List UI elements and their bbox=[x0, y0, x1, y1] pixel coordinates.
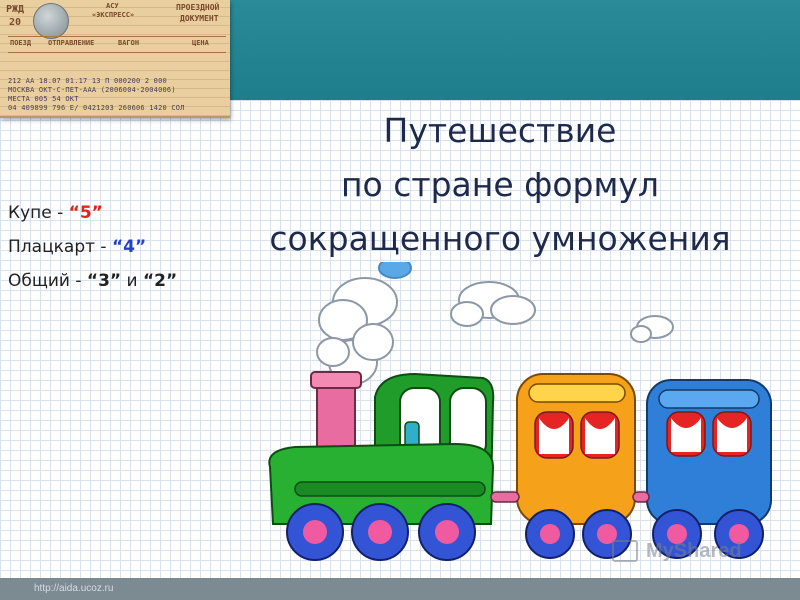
ticket-doc-title-2: ДОКУМЕНТ bbox=[180, 14, 219, 23]
ticket-col-train: ПОЕЗД bbox=[10, 39, 32, 47]
ticket-col-departure: ОТПРАВЛЕНИЕ bbox=[48, 39, 95, 47]
ticket-print-line: 212 АА 18.07 01.17 13 П 000200 2 000 bbox=[8, 77, 167, 85]
general-conjunction: и bbox=[121, 271, 143, 291]
ticket-col-car: ВАГОН bbox=[118, 39, 140, 47]
ticket-rule bbox=[8, 36, 226, 37]
ticket-type-platzkart: Плацкарт - “4” bbox=[8, 230, 177, 264]
ticket-type-general: Общий - “3” и “2” bbox=[8, 264, 177, 298]
locomotive bbox=[268, 371, 495, 525]
watermark-icon bbox=[612, 540, 638, 562]
ticket-rule bbox=[8, 52, 226, 53]
coupe-label: Купе - bbox=[8, 203, 69, 223]
slide-title: Путешествие по стране формул сокращенног… bbox=[230, 104, 770, 266]
steam-clouds bbox=[316, 262, 674, 385]
title-line-1: Путешествие bbox=[383, 111, 617, 150]
passenger-car-orange bbox=[516, 373, 636, 525]
title-line-2: по стране формул bbox=[340, 165, 660, 204]
platzkart-value: “4” bbox=[111, 237, 147, 257]
ticket-doc-title-1: ПРОЕЗДНОЙ bbox=[176, 3, 220, 12]
platzkart-label: Плацкарт - bbox=[8, 237, 112, 257]
general-label: Общий - bbox=[8, 271, 87, 291]
ticket-type-coupe: Купе - “5” bbox=[8, 196, 177, 230]
ticket-print-line: МЕСТА 005 54 ОКТ bbox=[8, 95, 79, 103]
ticket-emblem-icon bbox=[33, 3, 69, 39]
watermark-text: MyShared bbox=[646, 540, 742, 562]
ticket-number: 20 bbox=[9, 17, 22, 28]
ticket-print-line: МОСКВА ОКТ-С-ПЕТ-ААА (2006004-2004006) bbox=[8, 86, 176, 94]
general-value-2: “2” bbox=[142, 271, 178, 291]
train-ticket-image: РЖД 20 АСУ «ЭКСПРЕСС» ПРОЕЗДНОЙ ДОКУМЕНТ… bbox=[0, 0, 230, 118]
footer-url: http://aida.ucoz.ru bbox=[34, 583, 114, 594]
ticket-col-price: ЦЕНА bbox=[192, 39, 209, 47]
passenger-car-blue bbox=[646, 379, 772, 525]
ticket-types-list: Купе - “5” Плацкарт - “4” Общий - “3” и … bbox=[8, 196, 177, 298]
ticket-asu: АСУ bbox=[106, 2, 119, 10]
title-line-3: сокращенного умножения bbox=[269, 219, 731, 258]
train-illustration bbox=[268, 262, 772, 561]
ticket-print-line: 04 409899 796 Е/ 0421203 260606 1420 СОЛ bbox=[8, 104, 185, 112]
coupe-value: “5” bbox=[68, 203, 103, 223]
ticket-railway: РЖД bbox=[6, 4, 25, 15]
footer-bar: http://aida.ucoz.ru bbox=[0, 578, 800, 600]
general-value-1: “3” bbox=[86, 271, 122, 291]
ticket-express: «ЭКСПРЕСС» bbox=[92, 11, 135, 19]
